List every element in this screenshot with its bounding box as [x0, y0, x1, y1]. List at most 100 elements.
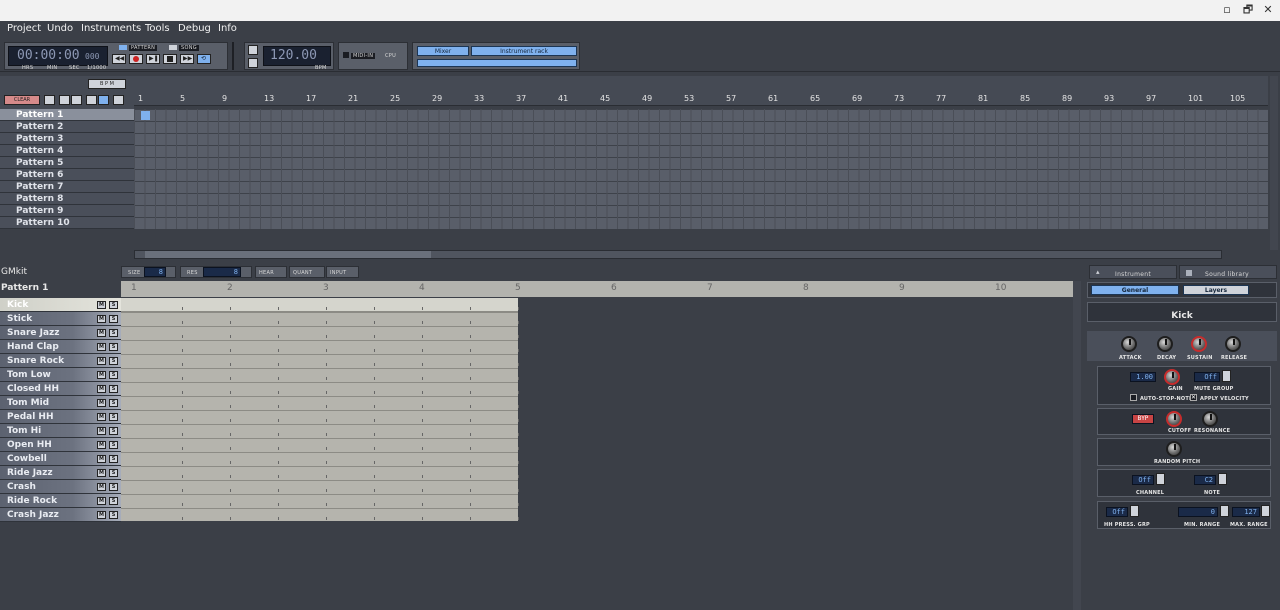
- res-control[interactable]: RES 8: [180, 266, 252, 278]
- mute-button[interactable]: M: [97, 399, 106, 407]
- mute-button[interactable]: M: [97, 469, 106, 477]
- instrument-row[interactable]: Ride Rock M S: [0, 494, 121, 508]
- pattern-list-item[interactable]: Pattern 1: [0, 109, 134, 121]
- minimize-icon[interactable]: ▫: [1220, 3, 1234, 17]
- move-up-button[interactable]: [71, 95, 82, 105]
- song-mode-button[interactable]: SONG: [179, 45, 199, 51]
- pattern-ruler[interactable]: 1 2 3 4 5 6 7 8 9 10: [121, 281, 1073, 297]
- mute-button[interactable]: M: [97, 343, 106, 351]
- menu-undo[interactable]: Undo: [47, 23, 73, 34]
- bpm-sync-button[interactable]: B P M: [88, 79, 126, 89]
- instrument-row[interactable]: Snare Jazz M S: [0, 326, 121, 340]
- draw-mode-button[interactable]: [98, 95, 109, 105]
- solo-button[interactable]: S: [109, 385, 118, 393]
- instrument-row[interactable]: Cowbell M S: [0, 452, 121, 466]
- mixer-button[interactable]: Mixer: [417, 46, 469, 56]
- instrument-rack-button[interactable]: Instrument rack: [471, 46, 577, 56]
- tab-instrument[interactable]: ▴ Instrument: [1089, 265, 1177, 279]
- solo-button[interactable]: S: [109, 371, 118, 379]
- tab-layers[interactable]: Layers: [1183, 285, 1249, 295]
- bpm-tap-button[interactable]: [248, 58, 258, 68]
- mute-button[interactable]: M: [97, 301, 106, 309]
- pattern-list-item[interactable]: Pattern 2: [0, 121, 134, 133]
- loop-button[interactable]: ⟲: [197, 54, 211, 64]
- size-control[interactable]: SIZE 8: [121, 266, 176, 278]
- pattern-vscrollbar[interactable]: [1073, 281, 1081, 610]
- attack-knob[interactable]: [1121, 336, 1137, 352]
- mute-button[interactable]: M: [97, 329, 106, 337]
- channel-spinner[interactable]: [1156, 473, 1165, 485]
- mute-button[interactable]: M: [97, 455, 106, 463]
- quantize-toggle[interactable]: QUANT: [289, 266, 325, 278]
- rewind-button[interactable]: ◀◀: [112, 54, 126, 64]
- play-pause-button[interactable]: ▶❚: [146, 54, 160, 64]
- instrument-row[interactable]: Open HH M S: [0, 438, 121, 452]
- pattern-list-item[interactable]: Pattern 3: [0, 133, 134, 145]
- pattern-list-item[interactable]: Pattern 4: [0, 145, 134, 157]
- mute-button[interactable]: M: [97, 427, 106, 435]
- instrument-row[interactable]: Hand Clap M S: [0, 340, 121, 354]
- instrument-row[interactable]: Closed HH M S: [0, 382, 121, 396]
- pattern-list-item[interactable]: Pattern 8: [0, 193, 134, 205]
- instrument-row[interactable]: Tom Low M S: [0, 368, 121, 382]
- stop-button[interactable]: [163, 54, 177, 64]
- apply-velocity-checkbox[interactable]: ✕: [1190, 394, 1197, 401]
- mute-button[interactable]: M: [97, 483, 106, 491]
- solo-button[interactable]: S: [109, 483, 118, 491]
- pattern-list-item[interactable]: Pattern 10: [0, 217, 134, 229]
- instrument-row[interactable]: Tom Hi M S: [0, 424, 121, 438]
- solo-button[interactable]: S: [109, 343, 118, 351]
- mute-group-value[interactable]: Off: [1194, 372, 1220, 382]
- tab-general[interactable]: General: [1091, 285, 1179, 295]
- fast-forward-button[interactable]: ▶▶: [180, 54, 194, 64]
- bpm-display[interactable]: 120.00: [263, 46, 331, 66]
- song-grid[interactable]: [134, 109, 1268, 229]
- min-range-value[interactable]: 0: [1178, 507, 1218, 517]
- solo-button[interactable]: S: [109, 497, 118, 505]
- max-range-value[interactable]: 127: [1232, 507, 1260, 517]
- resonance-knob[interactable]: [1202, 411, 1218, 427]
- note-value[interactable]: C2: [1194, 475, 1216, 485]
- instrument-row[interactable]: Ride Jazz M S: [0, 466, 121, 480]
- pattern-list-item[interactable]: Pattern 6: [0, 169, 134, 181]
- solo-button[interactable]: S: [109, 469, 118, 477]
- pattern-list-item[interactable]: Pattern 9: [0, 205, 134, 217]
- mute-button[interactable]: M: [97, 413, 106, 421]
- instrument-row[interactable]: Snare Rock M S: [0, 354, 121, 368]
- mute-button[interactable]: M: [97, 385, 106, 393]
- mute-button[interactable]: M: [97, 497, 106, 505]
- song-hscrollbar[interactable]: [134, 250, 1222, 259]
- solo-button[interactable]: S: [109, 329, 118, 337]
- random-pitch-knob[interactable]: [1166, 441, 1182, 457]
- solo-button[interactable]: S: [109, 315, 118, 323]
- sustain-knob[interactable]: [1191, 336, 1207, 352]
- note-spinner[interactable]: [1218, 473, 1227, 485]
- mute-button[interactable]: M: [97, 315, 106, 323]
- solo-button[interactable]: S: [109, 413, 118, 421]
- instrument-row[interactable]: Stick M S: [0, 312, 121, 326]
- instrument-row[interactable]: Pedal HH M S: [0, 410, 121, 424]
- solo-button[interactable]: S: [109, 511, 118, 519]
- menu-instruments[interactable]: Instruments: [81, 23, 141, 34]
- record-button[interactable]: [129, 54, 143, 64]
- solo-button[interactable]: S: [109, 399, 118, 407]
- auto-stop-checkbox[interactable]: [1130, 394, 1137, 401]
- pattern-mode-led[interactable]: [119, 45, 127, 50]
- clear-button[interactable]: CLEAR: [4, 95, 40, 105]
- song-ruler[interactable]: 1 5 9 13 17 21 25 29 33 37 41 45 49 53 57 61 65 69 73 77 81 8…: [134, 92, 1268, 106]
- solo-button[interactable]: S: [109, 441, 118, 449]
- solo-button[interactable]: S: [109, 301, 118, 309]
- instrument-row[interactable]: Tom Mid M S: [0, 396, 121, 410]
- pattern-list-item[interactable]: Pattern 5: [0, 157, 134, 169]
- mute-group-spinner[interactable]: [1222, 370, 1231, 382]
- move-down-button[interactable]: [59, 95, 70, 105]
- gain-knob[interactable]: [1164, 369, 1180, 385]
- solo-button[interactable]: S: [109, 357, 118, 365]
- mute-button[interactable]: M: [97, 357, 106, 365]
- hh-press-spinner[interactable]: [1130, 505, 1139, 517]
- release-knob[interactable]: [1225, 336, 1241, 352]
- hh-press-value[interactable]: Off: [1106, 507, 1128, 517]
- new-pattern-button[interactable]: [44, 95, 55, 105]
- song-mode-led[interactable]: [169, 45, 177, 50]
- pattern-list-item[interactable]: Pattern 7: [0, 181, 134, 193]
